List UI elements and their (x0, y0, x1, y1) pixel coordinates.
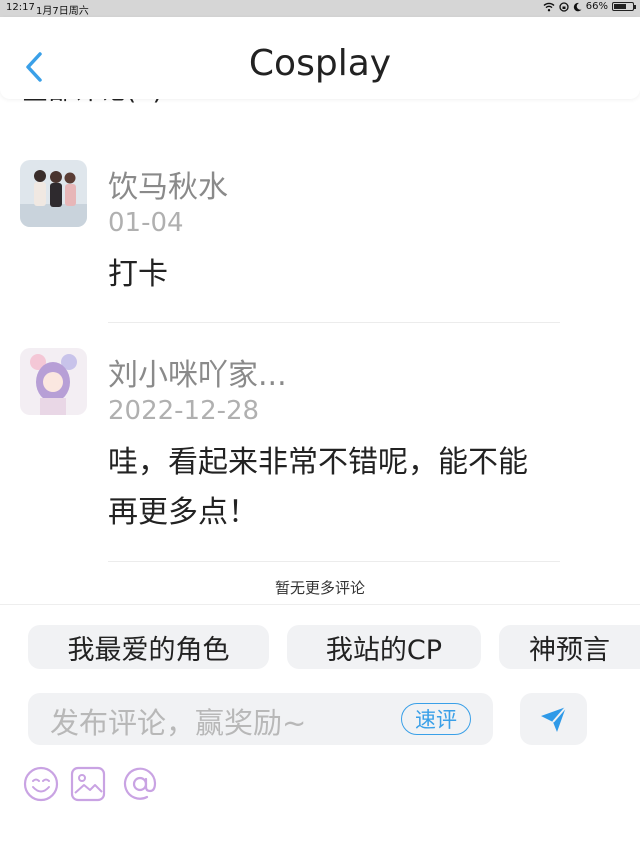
comment-line: 哇，看起来非常不错呢，能不能 (108, 445, 528, 480)
page-title: Cosplay (248, 43, 392, 84)
comment-line: 再更多点！ (108, 495, 258, 530)
divider (108, 322, 560, 323)
quick-topic-chip[interactable]: 我站的CP (287, 625, 481, 669)
quick-review-button[interactable]: 速评 (401, 703, 471, 735)
comment-text: 哇，看起来非常不错呢，能不能 再更多点！ (108, 438, 598, 538)
send-button[interactable] (520, 693, 587, 745)
mention-icon[interactable] (121, 765, 159, 803)
emoji-icon[interactable] (22, 765, 60, 803)
comment-text: 打卡 (108, 250, 598, 300)
battery-icon (612, 2, 636, 11)
comment-date: 01-04 (108, 208, 184, 238)
battery-fill (614, 4, 626, 9)
divider (108, 561, 560, 562)
status-right: 66% (543, 1, 636, 12)
comment-composer: 我最爱的角色 我站的CP 神预言 发布评论，赢奖励~ 速评 (0, 604, 640, 854)
comment-author[interactable]: 刘小咪吖家... (108, 350, 287, 394)
comment-line: 打卡 (108, 257, 168, 292)
comment-input-placeholder: 发布评论，赢奖励~ (50, 706, 307, 740)
status-bar: 12:17 1月7日周六 66% (0, 0, 640, 17)
nav-header: Cosplay (0, 17, 640, 99)
battery-percent: 66% (585, 1, 608, 12)
quick-topic-chip[interactable]: 我最爱的角色 (28, 625, 269, 669)
no-more-comments: 暂无更多评论 (274, 579, 365, 597)
status-date: 1月7日周六 (36, 6, 89, 17)
status-time: 12:17 (6, 2, 35, 13)
send-icon (541, 706, 567, 732)
wifi-icon (543, 2, 555, 11)
quick-topic-chip[interactable]: 神预言 (499, 625, 640, 669)
comment-author[interactable]: 饮马秋水 (108, 162, 228, 206)
avatar[interactable] (20, 348, 87, 415)
avatar[interactable] (20, 160, 87, 227)
image-icon[interactable] (69, 765, 107, 803)
lock-rotation-icon (559, 1, 569, 12)
comment-input[interactable]: 发布评论，赢奖励~ 速评 (28, 693, 493, 745)
moon-icon (573, 2, 582, 11)
comment-date: 2022-12-28 (108, 396, 260, 426)
